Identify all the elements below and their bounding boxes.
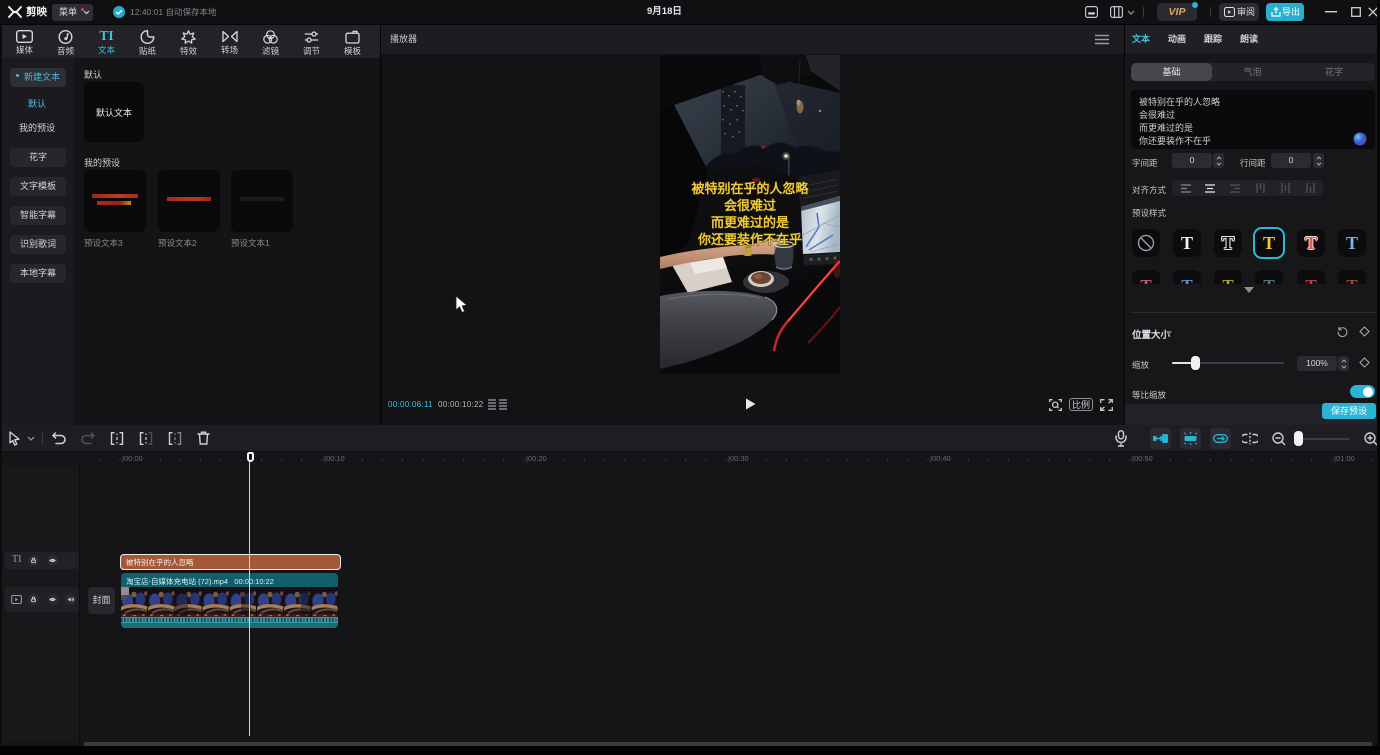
svg-text:你还要装作不在乎: 你还要装作不在乎 — [697, 232, 802, 247]
svg-text:而更难过的是: 而更难过的是 — [711, 215, 790, 230]
svg-text:被特别在乎的人忽略: 被特别在乎的人忽略 — [690, 181, 809, 196]
svg-text:会很难过: 会很难过 — [724, 198, 776, 213]
